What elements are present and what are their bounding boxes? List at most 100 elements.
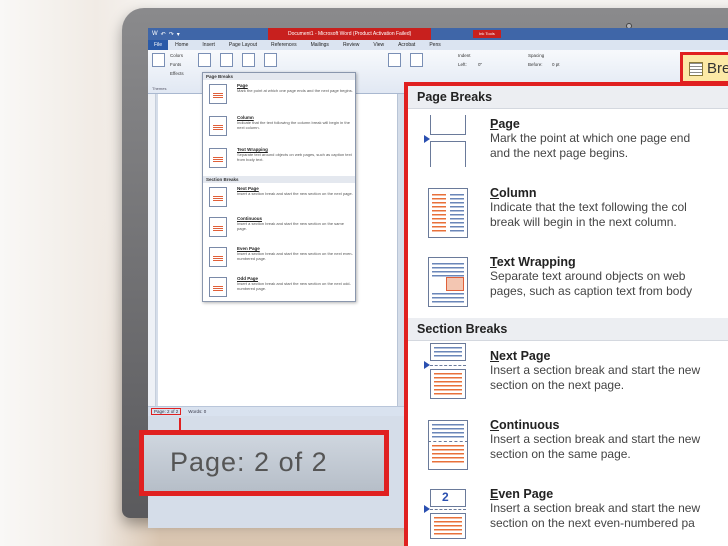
redo-icon[interactable]: ↷: [169, 31, 174, 38]
menu-item-desc: Insert a section break and start the new…: [237, 281, 351, 291]
menu-item-title: Text Wrapping: [490, 255, 576, 269]
menu-item-desc-line2: and the next page begins.: [490, 146, 629, 160]
breaks-button-zoom[interactable]: Brea: [680, 52, 728, 84]
customize-toolbar-icon[interactable]: ▾: [177, 31, 180, 38]
menu-item-desc-line1: Separate text around objects on web: [490, 269, 686, 283]
quick-access-toolbar: W ↶ ↷ ▾: [152, 31, 180, 38]
page-break-icon: [209, 84, 227, 104]
page-count-status[interactable]: Page: 2 of 2: [150, 408, 182, 415]
indent-left-input[interactable]: 0": [478, 62, 482, 67]
themes-icon[interactable]: [152, 53, 165, 67]
menu-item-next-page[interactable]: Next Page Insert a section break and sta…: [203, 183, 355, 213]
columns-icon[interactable]: [264, 53, 277, 67]
fonts-button[interactable]: Fonts: [170, 62, 181, 67]
size-icon[interactable]: [242, 53, 255, 67]
tab-mailings[interactable]: Mailings: [304, 42, 336, 48]
next-page-icon: [424, 343, 468, 401]
menu-item-even-page[interactable]: 2 Even Page Insert a section break and s…: [408, 479, 728, 546]
colors-button[interactable]: Colors: [170, 53, 183, 58]
menu-item-title: Continuous: [490, 418, 560, 432]
menu-item-next-page[interactable]: Next Page Insert a section break and sta…: [408, 341, 728, 410]
menu-item-desc-line2: pages, such as caption text from body: [490, 284, 693, 298]
tab-acrobat[interactable]: Acrobat: [391, 42, 422, 48]
page-breaks-header: Page Breaks: [408, 86, 728, 109]
margins-icon[interactable]: [198, 53, 211, 67]
menu-item-desc-line2: section on the next page.: [490, 378, 625, 392]
tab-home[interactable]: Home: [168, 42, 195, 48]
page-break-icon: [424, 115, 468, 169]
indent-left-label: Left:: [458, 62, 467, 67]
odd-page-icon: [209, 277, 227, 297]
continuous-icon: [424, 418, 468, 470]
menu-item-continuous[interactable]: Continuous Insert a section break and st…: [408, 410, 728, 479]
menu-item-desc-line1: Insert a section break and start the new: [490, 501, 701, 515]
breaks-zoom-label: Brea: [707, 60, 728, 77]
spacing-before-label: Before:: [528, 62, 543, 67]
tab-page-layout[interactable]: Page Layout: [222, 42, 264, 48]
page-count-zoom-label: Page: 2 of 2: [170, 447, 328, 477]
section-breaks-header: Section Breaks: [203, 176, 355, 183]
menu-item-desc-line1: Insert a section break and start the new: [490, 363, 701, 377]
menu-item-desc-line1: Mark the point at which one page end: [490, 131, 691, 145]
effects-button[interactable]: Effects: [170, 71, 184, 76]
menu-item-page[interactable]: Page Mark the point at which one page en…: [203, 80, 355, 112]
column-break-icon: [209, 116, 227, 136]
menu-item-page[interactable]: Page Mark the point at which one page en…: [408, 109, 728, 178]
ink-tools-label: Ink Tools: [473, 30, 501, 38]
menu-item-desc-line2: section on the next even-numbered pa: [490, 516, 695, 530]
menu-item-title: Column: [490, 186, 537, 200]
next-page-icon: [209, 187, 227, 207]
menu-item-even-page[interactable]: Even Page Insert a section break and sta…: [203, 243, 355, 273]
menu-item-desc-line1: Insert a section break and start the new: [490, 432, 701, 446]
word-count-status[interactable]: Words: 0: [188, 409, 206, 414]
window-title: Document1 - Microsoft Word (Product Acti…: [268, 28, 432, 40]
breaks-dropdown-small: Page Breaks Page Mark the point at which…: [202, 72, 356, 302]
even-page-icon: [209, 247, 227, 267]
page-count-zoom: Page: 2 of 2: [139, 430, 389, 496]
word-logo-icon[interactable]: W: [152, 31, 158, 38]
tab-pens[interactable]: Pens: [422, 42, 447, 48]
continuous-icon: [209, 217, 227, 237]
menu-item-desc-line1: Indicate that the text following the col: [490, 200, 687, 214]
menu-item-desc: Insert a section break and start the new…: [237, 251, 353, 261]
undo-icon[interactable]: ↶: [161, 31, 166, 38]
breaks-icon: [689, 62, 703, 76]
tab-file[interactable]: File: [148, 40, 169, 50]
ribbon-tabs: File Home Insert Page Layout References …: [148, 40, 728, 50]
breaks-dropdown-zoom: Page Breaks Page Mark the point at which…: [404, 82, 728, 546]
menu-item-text-wrapping[interactable]: Text Wrapping Separate text around objec…: [203, 144, 355, 176]
status-bar: Page: 2 of 2 Words: 0: [148, 406, 408, 416]
tab-view[interactable]: View: [366, 42, 391, 48]
menu-item-desc: Insert a section break and start the new…: [237, 221, 344, 231]
menu-item-desc: Insert a section break and start the new…: [237, 191, 353, 196]
menu-item-column[interactable]: Column Indicate that the text following …: [408, 178, 728, 247]
menu-item-title: Next Page: [490, 349, 551, 363]
menu-item-continuous[interactable]: Continuous Insert a section break and st…: [203, 213, 355, 243]
title-bar: W ↶ ↷ ▾ Document1 - Microsoft Word (Prod…: [148, 28, 728, 40]
orientation-icon[interactable]: [220, 53, 233, 67]
tab-references[interactable]: References: [264, 42, 304, 48]
watermark-icon[interactable]: [388, 53, 401, 67]
themes-group-label: Themes: [152, 86, 167, 91]
text-wrapping-icon: [424, 255, 468, 307]
column-break-icon: [424, 186, 468, 238]
indent-label: Indent: [458, 53, 471, 58]
section-breaks-header: Section Breaks: [408, 318, 728, 341]
spacing-label: Spacing: [528, 53, 545, 58]
menu-item-column[interactable]: Column Indicate that the text following …: [203, 112, 355, 144]
menu-item-desc: Mark the point at which one page ends an…: [237, 88, 353, 93]
menu-item-desc: Indicate that the text following the col…: [237, 120, 350, 130]
page-color-icon[interactable]: [410, 53, 423, 67]
even-page-number: 2: [442, 490, 449, 504]
even-page-icon: 2: [424, 487, 468, 539]
text-wrapping-icon: [209, 148, 227, 168]
menu-item-odd-page[interactable]: Odd Page Insert a section break and star…: [203, 273, 355, 303]
menu-item-title: Page: [490, 117, 520, 131]
spacing-before-input[interactable]: 0 pt: [552, 62, 560, 67]
vertical-ruler: [148, 94, 156, 406]
menu-item-title: Even Page: [490, 487, 554, 501]
tab-review[interactable]: Review: [336, 42, 366, 48]
tab-insert[interactable]: Insert: [195, 42, 222, 48]
menu-item-desc: Separate text around objects on web page…: [237, 152, 352, 162]
menu-item-text-wrapping[interactable]: Text Wrapping Separate text around objec…: [408, 247, 728, 316]
